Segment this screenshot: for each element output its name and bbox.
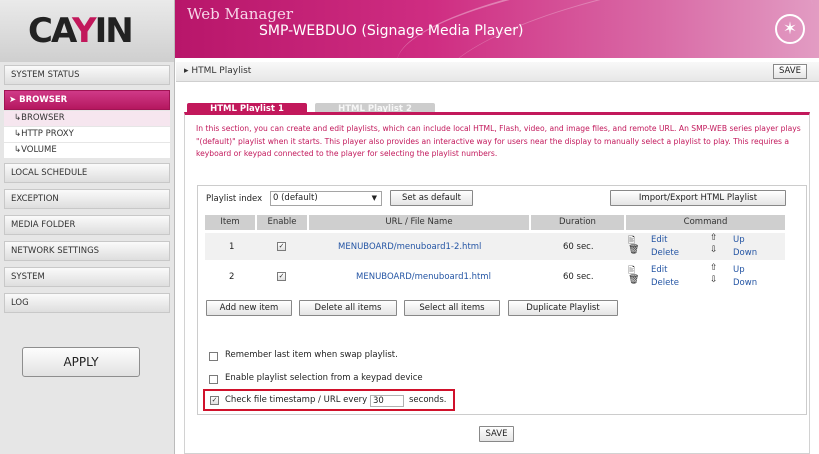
apply-button[interactable]: APPLY [22, 347, 140, 377]
delete-link[interactable]: Delete [651, 248, 679, 258]
seconds-label: seconds. [409, 395, 447, 405]
sidebar: SYSTEM STATUS ➤ BROWSER ↳BROWSER ↳HTTP P… [0, 62, 175, 454]
import-export-button[interactable]: Import/Export HTML Playlist [610, 190, 786, 206]
row-item-number: 1 [229, 242, 235, 252]
sidebar-subitem-http-proxy[interactable]: ↳HTTP PROXY [4, 127, 170, 142]
arrow-down-icon[interactable]: ⇩ [710, 275, 718, 285]
add-new-item-button[interactable]: Add new item [206, 300, 292, 316]
up-link[interactable]: Up [733, 265, 745, 275]
cayin-logo: CAYIN [28, 11, 134, 51]
column-header-item: Item [205, 215, 255, 230]
sidebar-item-system[interactable]: SYSTEM [4, 267, 170, 287]
sidebar-item-local-schedule[interactable]: LOCAL SCHEDULE [4, 163, 170, 183]
arrow-up-icon[interactable]: ⇧ [710, 263, 718, 273]
row-duration: 60 sec. [563, 272, 594, 282]
check-timestamp-checkbox[interactable]: ✓ [210, 396, 219, 405]
column-header-command: Command [626, 215, 785, 230]
sidebar-subitem-label: HTTP PROXY [21, 129, 74, 139]
banner-subtitle: SMP-WEBDUO (Signage Media Player) [259, 23, 524, 39]
breadcrumb-bar: ▸ HTML Playlist SAVE [176, 62, 819, 82]
enable-checkbox[interactable]: ✓ [277, 242, 286, 251]
sidebar-subitem-volume[interactable]: ↳VOLUME [4, 143, 170, 158]
keypad-selection-label: Enable playlist selection from a keypad … [225, 373, 423, 383]
sidebar-subitem-label: BROWSER [21, 113, 65, 123]
set-as-default-button[interactable]: Set as default [390, 190, 473, 206]
banner-title: Web Manager [187, 5, 293, 23]
playlist-index-select[interactable]: 0 (default) ▼ [270, 191, 382, 206]
sidebar-item-network-settings[interactable]: NETWORK SETTINGS [4, 241, 170, 261]
sidebar-item-log[interactable]: LOG [4, 293, 170, 313]
dropdown-arrow-icon: ▼ [371, 194, 377, 202]
trash-icon[interactable]: 🗑 [628, 275, 639, 285]
down-link[interactable]: Down [733, 248, 757, 258]
logo-area: CAYIN [0, 0, 175, 62]
remember-last-item-checkbox[interactable] [209, 352, 218, 361]
save-button[interactable]: SAVE [479, 426, 514, 442]
magic-wand-icon[interactable]: ✶ [775, 14, 805, 44]
section-description: In this section, you can create and edit… [196, 124, 801, 158]
delete-link[interactable]: Delete [651, 278, 679, 288]
chevron-right-icon: ➤ [9, 95, 20, 105]
sidebar-item-media-folder[interactable]: MEDIA FOLDER [4, 215, 170, 235]
check-timestamp-label: Check file timestamp / URL every [225, 395, 368, 405]
save-button-top[interactable]: SAVE [773, 64, 807, 79]
delete-all-items-button[interactable]: Delete all items [299, 300, 397, 316]
remember-last-item-label: Remember last item when swap playlist. [225, 350, 398, 360]
keypad-selection-checkbox[interactable] [209, 375, 218, 384]
url-link[interactable]: MENUBOARD/menuboard1.html [356, 272, 491, 282]
up-link[interactable]: Up [733, 235, 745, 245]
header-banner: Web Manager SMP-WEBDUO (Signage Media Pl… [175, 0, 819, 58]
row-duration: 60 sec. [563, 242, 594, 252]
column-header-url: URL / File Name [309, 215, 529, 230]
sidebar-subitem-browser[interactable]: ↳BROWSER [4, 111, 170, 126]
table-row [205, 233, 785, 260]
playlist-index-label: Playlist index [206, 194, 263, 204]
edit-link[interactable]: Edit [651, 235, 667, 245]
breadcrumb: ▸ HTML Playlist [184, 66, 252, 76]
trash-icon[interactable]: 🗑 [628, 245, 639, 255]
enable-checkbox[interactable]: ✓ [277, 272, 286, 281]
url-link[interactable]: MENUBOARD/menuboard1-2.html [338, 242, 481, 252]
arrow-down-icon[interactable]: ⇩ [710, 245, 718, 255]
column-header-enable: Enable [257, 215, 307, 230]
edit-link[interactable]: Edit [651, 265, 667, 275]
timestamp-seconds-input[interactable]: 30 [370, 395, 404, 407]
sidebar-item-exception[interactable]: EXCEPTION [4, 189, 170, 209]
sidebar-subitem-label: VOLUME [21, 145, 57, 155]
breadcrumb-label: HTML Playlist [191, 66, 252, 76]
sidebar-item-system-status[interactable]: SYSTEM STATUS [4, 65, 170, 85]
duplicate-playlist-button[interactable]: Duplicate Playlist [508, 300, 618, 316]
sidebar-item-label: BROWSER [19, 95, 68, 105]
playlist-index-value: 0 (default) [273, 193, 318, 203]
down-link[interactable]: Down [733, 278, 757, 288]
column-header-duration: Duration [531, 215, 624, 230]
arrow-up-icon[interactable]: ⇧ [710, 233, 718, 243]
row-item-number: 2 [229, 272, 235, 282]
table-row [205, 263, 785, 290]
sidebar-item-browser[interactable]: ➤ BROWSER [4, 90, 170, 110]
select-all-items-button[interactable]: Select all items [404, 300, 500, 316]
